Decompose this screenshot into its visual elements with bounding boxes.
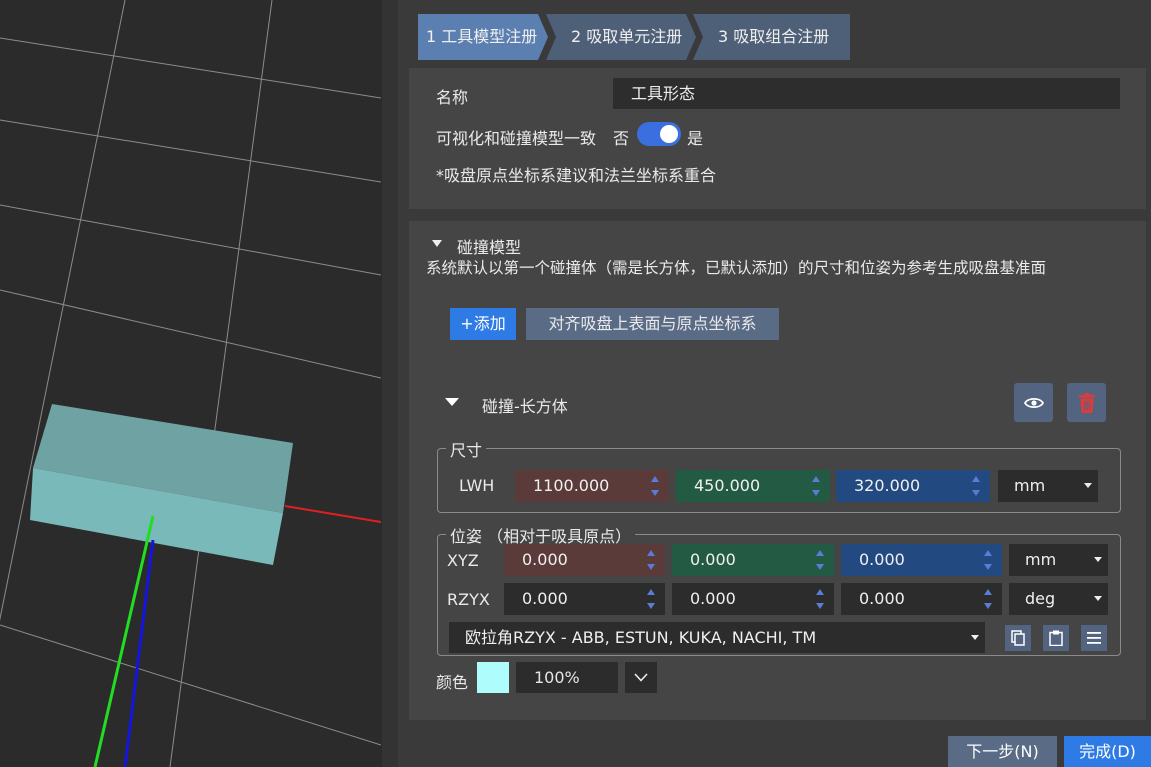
spinner-icon[interactable] [647,586,657,612]
lwh-label: LWH [459,476,495,495]
toggle-off-label: 否 [613,129,630,148]
size-legend: 尺寸 [446,437,487,461]
viewport-scene [0,0,381,767]
color-dropdown-button[interactable] [625,662,657,693]
rz-value: 0.000 [522,589,568,608]
origin-hint: *吸盘原点坐标系建议和法兰坐标系重合 [436,166,717,185]
collision-description: 系统默认以第一个碰撞体（需是长方体，已默认添加）的尺寸和位姿为参考生成吸盘基准面 [426,259,1047,277]
step-suction-unit[interactable]: 2 吸取单元注册 [546,14,696,60]
height-value: 320.000 [854,476,921,495]
step-tool-model[interactable]: 1 工具模型注册 [418,14,548,60]
color-swatch[interactable] [477,662,509,693]
spinner-icon[interactable] [651,473,661,499]
rx-input[interactable]: 0.000 [841,583,1002,615]
clipboard-icon [1049,630,1063,646]
splitter[interactable] [381,0,399,767]
spinner-icon[interactable] [816,547,826,573]
length-input[interactable]: 1100.000 [515,470,669,502]
body-title: 碰撞-长方体 [482,397,568,416]
width-input[interactable]: 450.000 [676,470,830,502]
rzyx-label: RZYX [447,590,490,609]
x-value: 0.000 [522,550,568,569]
eye-icon [1023,397,1044,408]
width-value: 450.000 [694,476,761,495]
rz-input[interactable]: 0.000 [504,583,665,615]
collapse-caret-icon[interactable] [432,240,442,247]
ry-value: 0.000 [690,589,736,608]
height-input[interactable]: 320.000 [836,470,990,502]
consistency-label: 可视化和碰撞模型一致 [436,129,597,148]
y-input[interactable]: 0.000 [672,544,834,576]
visibility-button[interactable] [1014,383,1053,422]
consistency-toggle[interactable] [637,122,681,146]
xyz-label: XYZ [447,551,479,570]
chevron-down-icon [1084,483,1092,488]
trash-icon [1078,392,1095,413]
spinner-icon[interactable] [984,586,994,612]
color-label: 颜色 [436,673,469,692]
size-unit-value: mm [1014,476,1046,495]
rzyx-unit-select[interactable]: deg [1009,583,1108,615]
opacity-input[interactable]: 100% [516,662,618,693]
chevron-down-icon [1094,596,1102,601]
x-input[interactable]: 0.000 [504,544,665,576]
spinner-icon[interactable] [647,547,657,573]
name-label: 名称 [436,88,469,107]
rx-value: 0.000 [859,589,905,608]
euler-convention-value: 欧拉角RZYX - ABB, ESTUN, KUKA, NACHI, TM [465,628,817,647]
align-button[interactable]: 对齐吸盘上表面与原点坐标系 [526,308,779,340]
xyz-unit-select[interactable]: mm [1009,544,1108,576]
menu-button[interactable] [1081,625,1107,651]
length-value: 1100.000 [533,476,610,495]
opacity-value: 100% [534,668,580,687]
delete-button[interactable] [1067,383,1106,422]
toggle-knob [660,125,678,143]
rzyx-unit-value: deg [1025,589,1056,608]
spinner-icon[interactable] [812,473,822,499]
menu-icon [1087,632,1101,644]
collision-section-title[interactable]: 碰撞模型 [457,234,521,258]
copy-icon [1011,630,1025,646]
name-input[interactable]: 工具形态 [613,78,1120,109]
spinner-icon[interactable] [816,586,826,612]
z-value: 0.000 [859,550,905,569]
chevron-down-icon [1094,557,1102,562]
copy-button[interactable] [1005,625,1031,651]
spinner-icon[interactable] [972,473,982,499]
chevron-down-icon [971,635,979,640]
finish-button[interactable]: 完成(D) [1064,736,1151,767]
add-button[interactable]: +添加 [450,308,516,340]
y-value: 0.000 [690,550,736,569]
xyz-unit-value: mm [1025,550,1057,569]
step-suction-group[interactable]: 3 吸取组合注册 [693,14,850,60]
euler-convention-select[interactable]: 欧拉角RZYX - ABB, ESTUN, KUKA, NACHI, TM [449,622,985,653]
3d-viewport[interactable] [0,0,381,767]
paste-button[interactable] [1043,625,1069,651]
size-unit-select[interactable]: mm [998,470,1098,502]
toggle-on-label: 是 [687,129,704,148]
z-input[interactable]: 0.000 [841,544,1002,576]
spinner-icon[interactable] [984,547,994,573]
ry-input[interactable]: 0.000 [672,583,834,615]
chevron-down-icon [634,673,648,682]
next-button[interactable]: 下一步(N) [948,736,1057,767]
body-caret-icon[interactable] [445,398,459,406]
